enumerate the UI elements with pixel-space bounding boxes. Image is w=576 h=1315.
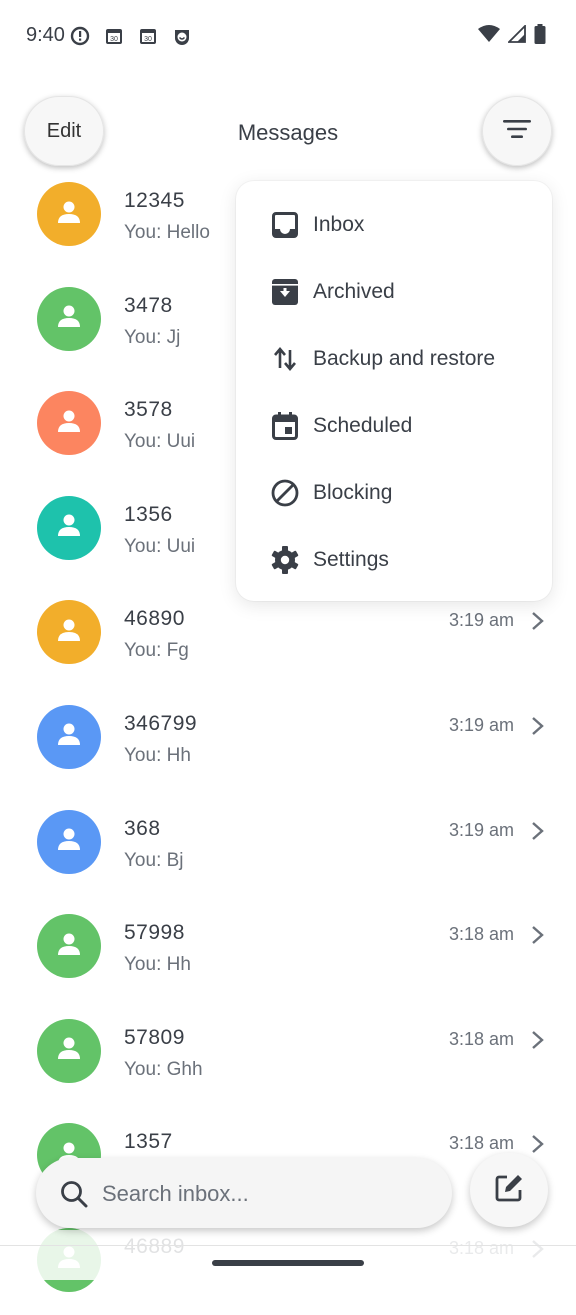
menu-item-label: Inbox xyxy=(313,213,365,236)
message-preview: You: Ghh xyxy=(124,1058,203,1080)
contact-name: 57998 xyxy=(124,921,185,945)
message-time: 3:18 am xyxy=(448,1028,514,1049)
menu-item-label: Blocking xyxy=(313,481,393,504)
message-preview: You: Bj xyxy=(124,849,184,871)
search-input[interactable]: Search inbox... xyxy=(102,1181,249,1207)
gear-icon xyxy=(270,545,300,575)
archive-icon xyxy=(270,277,300,307)
message-time: 3:18 am xyxy=(448,1133,514,1154)
calendar-30-icon: 30 xyxy=(138,26,158,46)
calendar-30-icon: 30 xyxy=(104,26,124,46)
message-preview: You: Uui xyxy=(124,431,196,453)
avatar xyxy=(37,286,101,351)
search-bar[interactable]: Search inbox... xyxy=(36,1158,452,1228)
menu-item-archived[interactable]: Archived xyxy=(236,262,552,322)
status-time: 9:40 xyxy=(26,24,65,46)
person-icon xyxy=(55,825,83,858)
message-preview: You: Uui xyxy=(124,535,196,557)
notification-icons: 30 30 xyxy=(70,26,192,46)
compose-icon xyxy=(494,1173,524,1208)
filter-dropdown-menu: Inbox Archived Backup and restore Schedu… xyxy=(236,181,552,601)
message-preview: You: Hello xyxy=(124,222,210,243)
avatar xyxy=(37,914,101,979)
person-icon xyxy=(55,198,83,231)
chevron-right-icon xyxy=(530,1030,546,1050)
person-icon xyxy=(55,930,83,963)
person-icon xyxy=(55,407,83,440)
contact-name: 57809 xyxy=(124,1025,185,1049)
filter-icon xyxy=(503,119,531,144)
contact-name: 12345 xyxy=(124,189,185,212)
compose-button[interactable] xyxy=(470,1153,548,1227)
avatar xyxy=(37,495,101,560)
contact-name: 46890 xyxy=(124,607,185,631)
inbox-icon xyxy=(270,210,300,240)
conversation-row[interactable]: 57809 You: Ghh 3:18 am xyxy=(0,1001,576,1106)
menu-item-label: Archived xyxy=(313,280,395,303)
person-icon xyxy=(55,302,83,335)
contact-name: 1356 xyxy=(124,502,173,526)
message-time: 3:18 am xyxy=(448,924,514,945)
bottom-fade xyxy=(0,1230,576,1280)
avatar xyxy=(37,600,101,665)
status-bar: 9:40 30 30 xyxy=(0,0,576,72)
calendar-day-text: 30 xyxy=(144,36,152,43)
conversation-row[interactable]: 346799 You: Hh 3:19 am xyxy=(0,687,576,792)
smiley-badge-icon xyxy=(172,26,192,46)
home-gesture-handle[interactable] xyxy=(212,1260,364,1266)
chevron-right-icon xyxy=(530,611,546,631)
menu-item-settings[interactable]: Settings xyxy=(236,530,552,590)
menu-item-label: Scheduled xyxy=(313,414,413,437)
signal-icon xyxy=(506,23,526,48)
calendar-day-text: 30 xyxy=(110,36,118,43)
chevron-right-icon xyxy=(530,1134,546,1154)
wifi-icon xyxy=(478,25,500,48)
contact-name: 3478 xyxy=(124,293,173,317)
alert-circle-icon xyxy=(70,26,90,46)
battery-icon xyxy=(534,24,546,49)
chevron-right-icon xyxy=(530,925,546,945)
nav-divider xyxy=(0,1245,576,1246)
avatar xyxy=(37,182,101,246)
avatar xyxy=(37,809,101,874)
person-icon xyxy=(55,720,83,753)
filter-menu-button[interactable] xyxy=(482,96,552,166)
conversation-row[interactable]: 368 You: Bj 3:19 am xyxy=(0,792,576,897)
message-preview: You: Fg xyxy=(124,640,189,662)
block-icon xyxy=(270,478,300,508)
menu-item-blocking[interactable]: Blocking xyxy=(236,463,552,523)
chevron-right-icon xyxy=(530,716,546,736)
menu-item-scheduled[interactable]: Scheduled xyxy=(236,396,552,456)
search-icon xyxy=(60,1180,88,1208)
message-preview: You: Hh xyxy=(124,744,191,766)
avatar xyxy=(37,391,101,456)
avatar xyxy=(37,704,101,769)
menu-item-inbox[interactable]: Inbox xyxy=(236,195,552,255)
contact-name: 3578 xyxy=(124,398,173,422)
chevron-right-icon xyxy=(530,821,546,841)
menu-item-label: Settings xyxy=(313,548,389,571)
message-preview: You: Hh xyxy=(124,954,191,976)
avatar xyxy=(37,1018,101,1083)
calendar-icon xyxy=(270,411,300,441)
swap-vertical-icon xyxy=(270,344,300,374)
message-time: 3:19 am xyxy=(448,714,514,735)
person-icon xyxy=(55,511,83,544)
message-time: 3:19 am xyxy=(448,610,514,631)
person-icon xyxy=(55,1034,83,1067)
person-icon xyxy=(55,616,83,649)
system-icons xyxy=(478,23,546,49)
menu-item-label: Backup and restore xyxy=(313,347,496,370)
menu-item-backup-restore[interactable]: Backup and restore xyxy=(236,329,552,389)
contact-name: 346799 xyxy=(124,711,198,735)
message-time: 3:19 am xyxy=(448,819,514,840)
contact-name: 1357 xyxy=(124,1130,173,1154)
conversation-row[interactable]: 57998 You: Hh 3:18 am xyxy=(0,896,576,1001)
contact-name: 368 xyxy=(124,816,161,840)
message-preview: You: Jj xyxy=(124,326,181,348)
